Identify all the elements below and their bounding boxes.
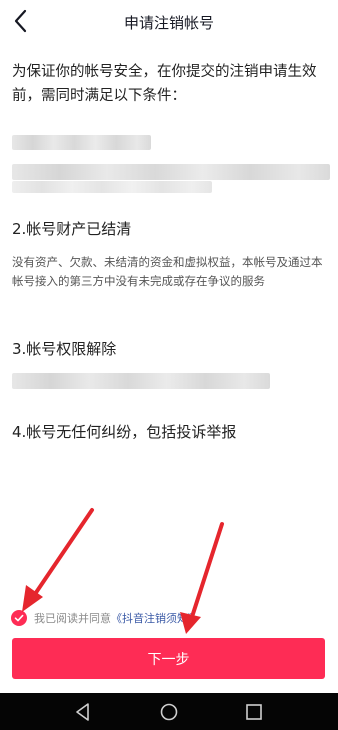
blurred-condition-1-desc-2 xyxy=(12,181,212,193)
agreement-prefix: 我已阅读并同意 xyxy=(34,612,111,625)
blurred-condition-1-title xyxy=(12,135,151,150)
checkmark-icon xyxy=(14,614,24,622)
blurred-condition-1-desc xyxy=(12,164,330,180)
blurred-condition-3-desc xyxy=(12,373,270,389)
nav-back-icon[interactable] xyxy=(72,701,94,723)
nav-recents-icon[interactable] xyxy=(243,701,265,723)
agreement-link[interactable]: 《抖音注销须知》 xyxy=(111,610,199,626)
condition-3-title: 3.帐号权限解除 xyxy=(12,340,117,358)
page-title: 申请注销帐号 xyxy=(123,14,214,32)
condition-4-title: 4.帐号无任何纠纷，包括投诉举报 xyxy=(12,423,237,441)
top-bar: 申请注销帐号 xyxy=(0,0,338,42)
condition-2-description: 没有资产、欠款、未结清的资金和虚拟权益，本帐号及通过本帐号接入的第三方中没有未完… xyxy=(12,255,323,288)
system-nav-bar xyxy=(0,693,338,730)
annotation-arrow-left xyxy=(22,508,94,612)
next-step-button[interactable]: 下一步 xyxy=(12,638,325,679)
nav-home-icon[interactable] xyxy=(158,701,180,723)
agreement-checkbox[interactable] xyxy=(11,610,27,626)
condition-2-title: 2.帐号财产已结清 xyxy=(12,220,132,238)
intro-text: 为保证你的帐号安全，在你提交的注销申请生效前，需同时满足以下条件： xyxy=(12,64,317,104)
agreement-row: 我已阅读并同意 《抖音注销须知》 xyxy=(11,609,199,627)
